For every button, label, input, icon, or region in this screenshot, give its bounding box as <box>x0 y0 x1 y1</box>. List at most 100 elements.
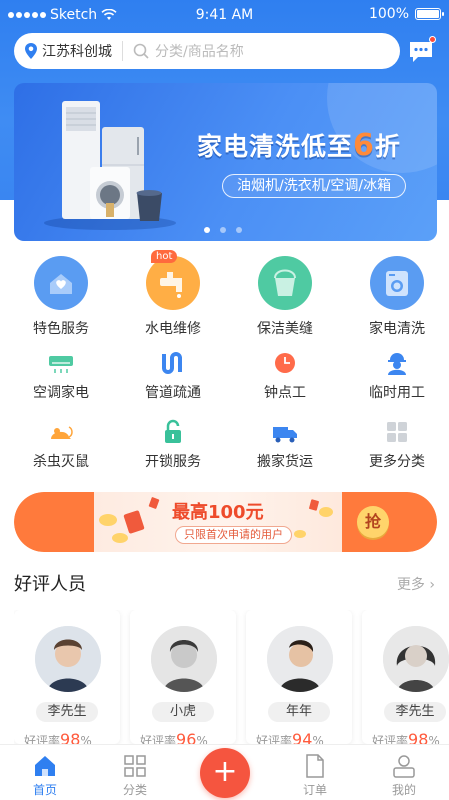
rate-label: 好评率 <box>256 734 293 744</box>
unread-dot <box>429 36 436 43</box>
location-label: 江苏科创城 <box>42 44 112 60</box>
rate-label: 好评率 <box>140 734 177 744</box>
truck-icon <box>271 419 299 445</box>
avatar <box>151 626 217 692</box>
pager-dot[interactable] <box>236 227 242 233</box>
category-temp-labor[interactable]: 临时用工 <box>341 350 449 402</box>
battery-icon <box>415 8 444 20</box>
worker-icon <box>383 350 411 376</box>
category-more[interactable]: 更多分类 <box>341 419 449 471</box>
rate-unit: % <box>196 734 208 744</box>
banner-headline-number: 6 <box>353 128 375 163</box>
person-name: 年年 <box>268 702 330 722</box>
banner-subtitle: 油烟机/洗衣机/空调/冰箱 <box>222 174 407 198</box>
hot-badge: hot <box>151 250 178 263</box>
category-label: 特色服务 <box>33 321 89 337</box>
category-label: 水电维修 <box>145 321 201 337</box>
category-label: 杀虫灭鼠 <box>33 454 89 470</box>
category-label: 临时用工 <box>369 385 425 401</box>
pipe-icon <box>159 350 187 376</box>
rate-label: 好评率 <box>372 734 409 744</box>
category-label: 管道疏通 <box>145 385 201 401</box>
avatar <box>35 626 101 692</box>
category-cleaning[interactable]: 保洁美缝 <box>229 256 341 338</box>
banner-headline-post: 折 <box>374 132 401 161</box>
appliances-illustration <box>44 101 176 230</box>
tab-label: 分类 <box>122 783 147 797</box>
more-label: 更多 <box>396 577 425 593</box>
air-conditioner-icon <box>47 350 75 376</box>
search-input[interactable]: 分类/商品名称 <box>133 41 244 61</box>
category-locksmith[interactable]: 开锁服务 <box>117 419 229 471</box>
category-pest-control[interactable]: 杀虫灭鼠 <box>5 419 117 471</box>
rate-unit: % <box>80 734 92 744</box>
person-rating: 好评率94% <box>256 730 324 744</box>
banner-pager[interactable] <box>204 227 242 233</box>
category-moving[interactable]: 搬家货运 <box>229 419 341 471</box>
person-name: 李先生 <box>36 702 98 722</box>
rate-value: 96 <box>176 730 197 744</box>
tab-label: 我的 <box>391 783 416 797</box>
section-title: 好评人员 <box>14 574 86 595</box>
pager-dot[interactable] <box>204 227 210 233</box>
tab-mine[interactable]: 我的 <box>359 745 449 798</box>
rate-value: 98 <box>408 730 429 744</box>
search-icon <box>133 43 149 59</box>
category-special-service[interactable]: 特色服务 <box>5 256 117 338</box>
promo-title: 最高100元 <box>172 502 264 523</box>
grid-icon <box>383 419 411 445</box>
tab-category[interactable]: 分类 <box>90 745 180 798</box>
lock-icon <box>159 419 187 445</box>
category-label: 保洁美缝 <box>257 321 313 337</box>
promo-left-cap <box>14 492 94 552</box>
avatar <box>383 626 449 692</box>
person-card[interactable]: 李先生 好评率98% <box>14 610 120 744</box>
person-name: 李先生 <box>384 702 446 722</box>
message-button[interactable] <box>406 36 436 66</box>
coupon-promo[interactable]: 最高100元 只限首次申请的用户 抢 <box>14 492 437 552</box>
category-plumbing-electric[interactable]: hot 水电维修 <box>117 250 229 338</box>
user-icon <box>391 753 417 779</box>
rate-unit: % <box>312 734 324 744</box>
rate-value: 94 <box>292 730 313 744</box>
category-air-conditioner[interactable]: 空调家电 <box>5 350 117 402</box>
category-label: 更多分类 <box>369 454 425 470</box>
promo-banner[interactable]: 家电清洗低至6折 油烟机/洗衣机/空调/冰箱 <box>14 83 437 241</box>
tab-home[interactable]: 首页 <box>0 745 90 798</box>
home-icon <box>32 753 58 779</box>
rate-unit: % <box>428 734 440 744</box>
person-card[interactable]: 年年 好评率94% <box>246 610 352 744</box>
avatar <box>267 626 333 692</box>
tab-orders[interactable]: 订单 <box>270 745 360 798</box>
tab-label: 首页 <box>32 783 57 797</box>
person-rating: 好评率96% <box>140 730 208 744</box>
coin-icon <box>294 499 333 538</box>
tab-label: 订单 <box>302 783 327 797</box>
person-card[interactable]: 李先生 好评率98% <box>362 610 449 744</box>
chevron-right-icon: › <box>429 577 435 593</box>
location-pin-icon <box>25 43 37 59</box>
person-rating: 好评率98% <box>24 730 92 744</box>
add-button[interactable]: + <box>200 748 250 798</box>
promo-subtitle: 只限首次申请的用户 <box>175 526 292 544</box>
category-hourly-worker[interactable]: 钟点工 <box>229 350 341 402</box>
document-icon <box>302 753 328 779</box>
category-appliance-cleaning[interactable]: 家电清洗 <box>341 256 449 338</box>
category-label: 钟点工 <box>264 385 306 401</box>
location-selector[interactable]: 江苏科创城 <box>14 41 112 61</box>
category-pipe-unclog[interactable]: 管道疏通 <box>117 350 229 402</box>
grab-coupon-button[interactable]: 抢 <box>357 506 389 538</box>
search-bar[interactable]: 江苏科创城 分类/商品名称 <box>14 33 400 69</box>
red-envelope-icon <box>99 497 160 543</box>
rate-label: 好评率 <box>24 734 61 744</box>
rate-value: 98 <box>60 730 81 744</box>
more-link[interactable]: 更多 › <box>397 574 435 594</box>
category-label: 搬家货运 <box>257 454 313 470</box>
person-card[interactable]: 小虎 好评率96% <box>130 610 236 744</box>
banner-headline: 家电清洗低至6折 <box>197 127 401 163</box>
bucket-icon <box>258 256 312 310</box>
heart-hands-icon <box>34 256 88 310</box>
pager-dot[interactable] <box>220 227 226 233</box>
battery-status: 100% <box>369 6 444 22</box>
people-carousel[interactable]: 李先生 好评率98% 小虎 好评率96% 年年 好评率94% 李先生 好评率98… <box>14 610 449 744</box>
